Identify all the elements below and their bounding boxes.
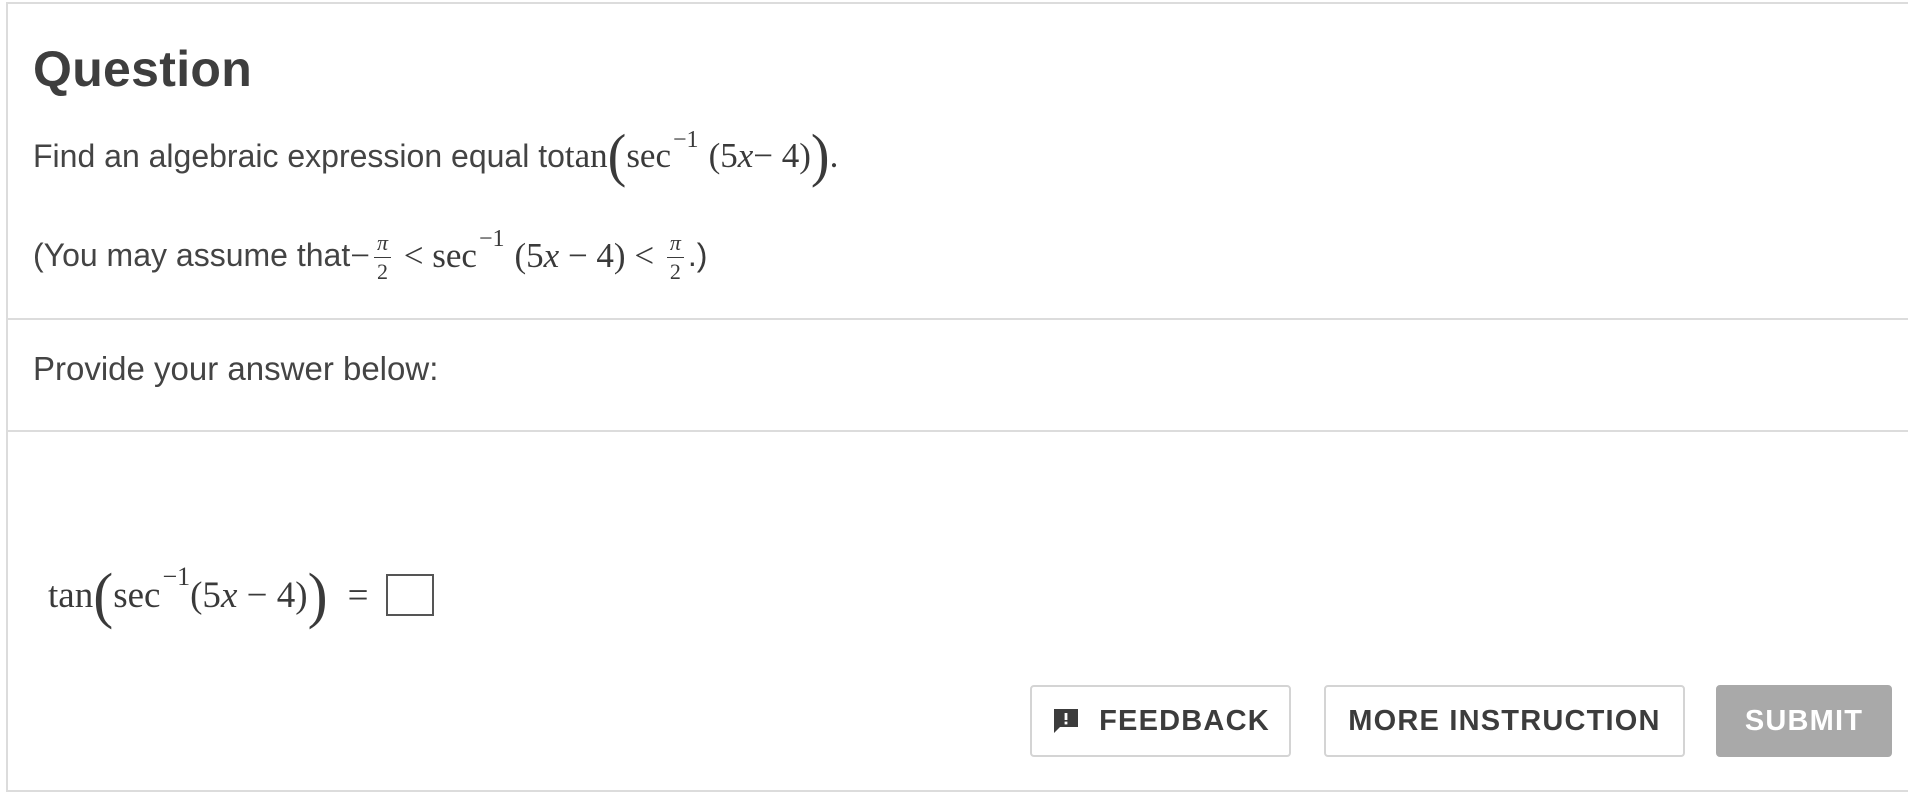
arg-rest: − 4) (753, 136, 811, 175)
submit-button[interactable]: SUBMIT (1716, 685, 1892, 757)
exponent: −1 (478, 226, 505, 252)
exponent: −1 (162, 562, 191, 591)
fn-tan: tan (564, 136, 608, 175)
question-title: Question (33, 41, 253, 97)
answer-prompt: Provide your answer below: (33, 350, 439, 387)
paren-close: ) (810, 123, 830, 189)
assumption-statement: (You may assume that − π2 < sec −1 (5 x − 4… (33, 226, 708, 284)
fn-tan: tan (48, 574, 94, 616)
fraction-pi-over-2: π2 (666, 232, 684, 283)
equals-sign: = (347, 574, 369, 616)
exponent: −1 (673, 126, 699, 153)
neg-sign: − (350, 235, 370, 275)
more-instruction-button[interactable]: MORE INSTRUCTION (1324, 685, 1685, 757)
question-statement-text: Find an algebraic expression equal to (33, 137, 565, 174)
question-card (6, 2, 1908, 792)
feedback-icon (1051, 706, 1081, 736)
paren-open: ( (93, 560, 114, 630)
assumption-text: (You may assume that (33, 237, 351, 273)
less-than: < (625, 235, 663, 275)
feedback-label: FEEDBACK (1099, 704, 1270, 737)
answer-expression: tan(sec −1 (5 x − 4)) = (48, 560, 435, 630)
question-statement: Find an algebraic expression equal to ta… (33, 123, 839, 189)
fn-sec: sec (432, 235, 477, 275)
closing: .) (687, 237, 708, 273)
fn-sec: sec (113, 574, 161, 616)
submit-label: SUBMIT (1744, 704, 1864, 737)
less-than: < (394, 235, 433, 275)
fraction-pi-over-2: π2 (373, 232, 391, 283)
answer-input[interactable] (386, 574, 435, 616)
arg-open: (5 (708, 136, 738, 175)
more-instruction-label: MORE INSTRUCTION (1348, 704, 1661, 737)
feedback-button[interactable]: FEEDBACK (1030, 685, 1291, 757)
expression-math: tan(sec −1 (5 x − 4)). (564, 123, 839, 189)
paren-close: ) (307, 560, 328, 630)
period: . (829, 136, 839, 175)
paren-open: ( (607, 123, 627, 189)
fn-sec: sec (626, 136, 672, 175)
var-x: x (737, 136, 754, 175)
assumption-math: − π2 < sec −1 (5 x − 4) < π 2.) (350, 226, 708, 284)
